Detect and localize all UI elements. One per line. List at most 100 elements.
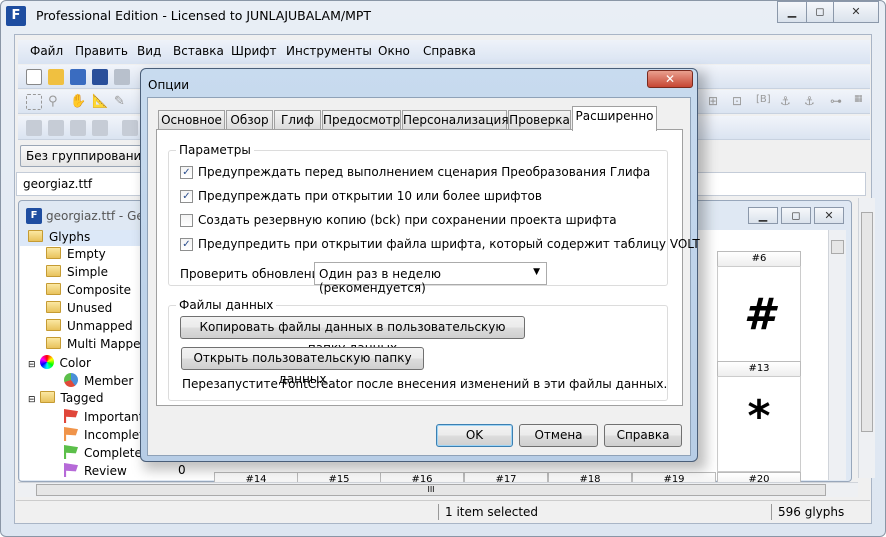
arrange-front-icon[interactable] [26,120,42,136]
arrange-forward-icon[interactable] [48,120,64,136]
folder-icon [46,265,61,277]
cancel-button[interactable]: Отмена [519,424,598,447]
anchor-icon[interactable]: ⚓ [780,94,796,110]
collapse-icon[interactable]: ⊟ [28,360,36,370]
tab-preview[interactable]: Предосмотр [322,110,401,130]
tree-item-multi-mapped[interactable]: Multi Mapped [46,337,148,351]
child-close-button[interactable]: ✕ [814,207,844,224]
checkbox-backup[interactable] [180,214,193,227]
menu-view[interactable]: Вид [137,44,161,58]
open-data-folder-button[interactable]: Открыть пользовательскую папку данных [181,347,424,386]
glyph-cell-13[interactable]: * [717,376,801,472]
updates-select[interactable]: Один раз в неделю (рекомендуется) ▼ [314,262,547,295]
tree-item-simple[interactable]: Simple [46,265,108,279]
tree-item-composite[interactable]: Composite [46,283,131,297]
tab-personalization[interactable]: Персонализация [402,110,509,130]
save-all-icon[interactable] [114,69,130,85]
bold-icon[interactable]: [B] [756,94,772,110]
tree-item-member[interactable]: Member [64,373,133,388]
help-button[interactable]: Справка [604,424,682,447]
knife-icon[interactable]: ✎ [114,94,130,110]
tree-item-tagged[interactable]: ⊟ Tagged [28,391,103,405]
hand-icon[interactable]: ✋ [70,94,86,110]
child-minimize-button[interactable]: ▁ [748,207,778,224]
folder-icon [46,301,61,313]
tree-item-empty[interactable]: Empty [46,247,106,261]
selection-status: 1 item selected [445,505,539,519]
menu-window[interactable]: Окно [378,44,410,58]
data-files-group-label: Файлы данных [176,298,277,312]
menu-font[interactable]: Шрифт [231,44,277,58]
collapse-icon[interactable]: ⊟ [28,395,36,405]
glyph-cell-6[interactable]: # [717,266,801,362]
open-icon[interactable] [48,69,64,85]
checkbox-warn-transform[interactable]: ✓ [180,166,193,179]
menu-edit[interactable]: Править [75,44,128,58]
checkbox-label: Предупреждать перед выполнением сценария… [198,165,651,179]
menu-tools[interactable]: Инструменты [286,44,372,58]
tab-advanced[interactable]: Расширенно [572,106,657,131]
flag-icon [64,427,78,441]
column-header: #6 [717,251,801,267]
tab-validation[interactable]: Проверка [508,110,571,130]
menu-help[interactable]: Справка [423,44,476,58]
flag-icon [64,445,78,459]
updates-select-value: Один раз в неделю (рекомендуется) [319,267,441,295]
horizontal-scrollbar[interactable]: III [18,482,858,497]
select-icon[interactable] [26,94,42,110]
maximize-button[interactable]: ◻ [806,1,834,23]
ok-button[interactable]: OK [436,424,513,447]
font-window-icon: F [26,208,42,224]
close-button[interactable]: ✕ [833,1,879,23]
dropdown-arrow-icon: ▼ [533,267,540,277]
tree-item-incomplete[interactable]: Incomplete [64,427,151,442]
child-maximize-button[interactable]: ◻ [781,207,811,224]
minimize-button[interactable]: ▁ [777,1,807,23]
flag-icon [64,463,78,477]
new-icon[interactable] [26,69,42,85]
transform-icon[interactable]: ⊞ [708,94,724,110]
tab-glyph[interactable]: Глиф [274,110,321,130]
status-bar: 1 item selected 596 glyphs [16,500,870,522]
tab-general[interactable]: Основное [158,110,225,130]
arrange-backward-icon[interactable] [70,120,86,136]
restart-note: Перезапустите FontCreator после внесения… [182,377,668,391]
measure-icon[interactable]: 📐 [92,94,108,110]
flag-icon [64,409,78,423]
copy-data-files-button[interactable]: Копировать файлы данных в пользовательск… [180,316,525,355]
properties-icon[interactable] [70,69,86,85]
folder-icon [28,230,43,242]
tree-item-completed[interactable]: Completed [64,445,149,460]
grid-icon[interactable]: ▦ [854,94,870,110]
checkbox-warn-open-many[interactable]: ✓ [180,190,193,203]
checkbox-warn-volt[interactable]: ✓ [180,238,193,251]
grid-vertical-scrollbar[interactable] [828,230,846,480]
menu-bar: Файл Править Вид Вставка Шрифт Инструмен… [18,40,870,64]
align-icon[interactable] [122,120,138,136]
menu-file[interactable]: Файл [30,44,63,58]
dialog-close-button[interactable]: ✕ [647,70,693,88]
anchor-lock-icon[interactable]: ⚓ [804,94,820,110]
font-window-title: georgiaz.ttf - Geo [46,209,152,223]
tree-item-review[interactable]: Review [64,463,127,478]
glyph-count-status: 596 glyphs [778,505,845,519]
folder-icon [46,247,61,259]
main-vertical-scrollbar[interactable] [858,198,875,478]
save-icon[interactable] [92,69,108,85]
checkbox-label: Предупредить при открытии файла шрифта, … [198,237,700,251]
color-wheel-icon [39,355,54,369]
checkbox-label: Предупреждать при открытии 10 или более … [198,189,542,203]
member-icon [64,373,78,387]
nodes-icon[interactable]: ⊶ [830,94,846,110]
tree-item-unused[interactable]: Unused [46,301,112,315]
tree-item-unmapped[interactable]: Unmapped [46,319,133,333]
tree-item-important[interactable]: Important [64,409,144,424]
checkbox-label: Создать резервную копию (bck) при сохран… [198,213,617,227]
arrange-back-icon[interactable] [92,120,108,136]
folder-icon [46,337,61,349]
tree-item-color[interactable]: ⊟ Color [28,355,91,370]
lock-icon[interactable]: ⊡ [732,94,748,110]
lasso-icon[interactable]: ⚲ [48,94,64,110]
menu-insert[interactable]: Вставка [173,44,224,58]
tab-overview[interactable]: Обзор [226,110,273,130]
